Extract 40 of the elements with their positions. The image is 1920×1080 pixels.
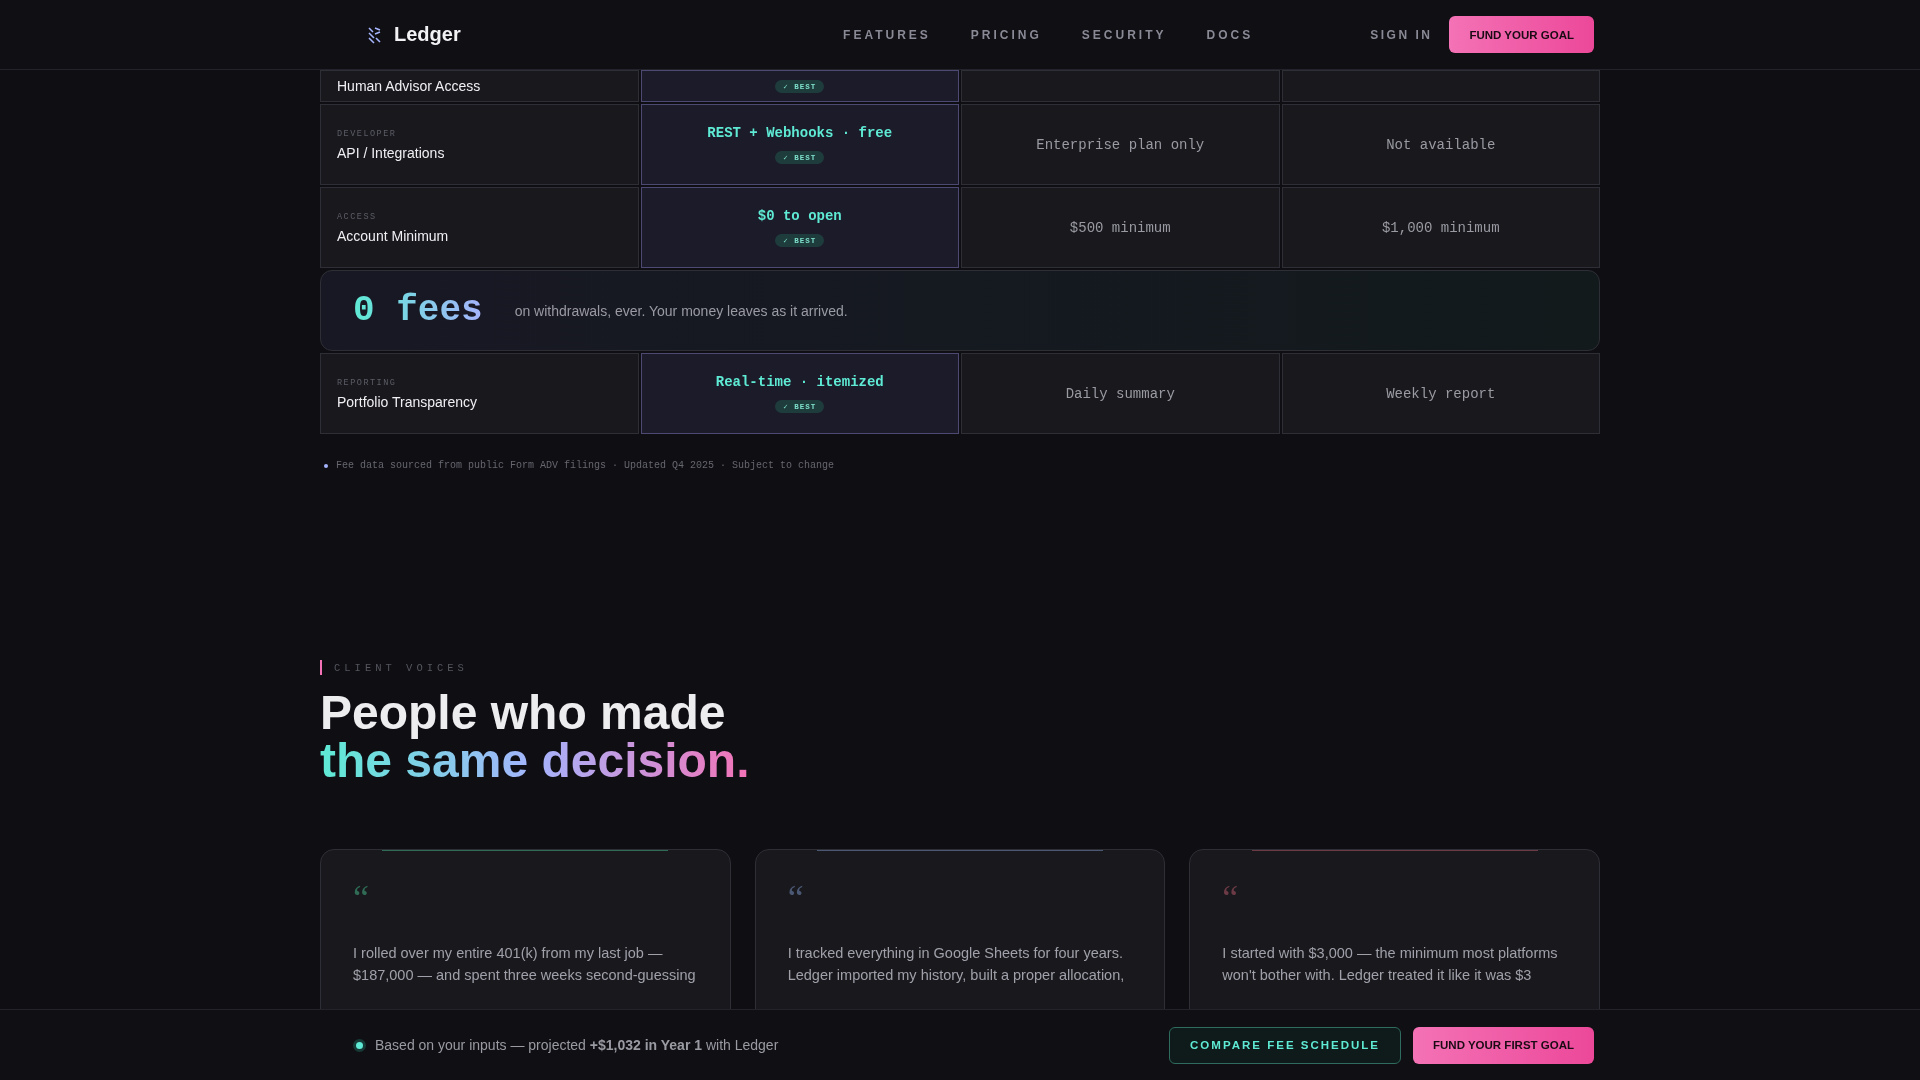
compare-fee-schedule-button[interactable]: COMPARE FEE SCHEDULE <box>1169 1026 1401 1064</box>
quote-mark: “ <box>1222 880 1239 916</box>
testimonial-text: I tracked everything in Google Sheets for four years. Ledger imported my history, built a proper allocation, <box>787 944 1126 985</box>
status-dot-icon <box>356 1041 363 1049</box>
feature-name: Account Minimum <box>337 227 450 244</box>
feature-name: API / Integrations <box>337 144 446 161</box>
quote-mark: “ <box>353 880 369 916</box>
section-heading: People who made <box>320 689 726 737</box>
projection-text: Based on your inputs — projected +$1,032 in Year 1 with Ledger <box>375 1037 780 1053</box>
feature-category: ACCESS <box>337 211 378 222</box>
nav-link[interactable]: PRICING <box>970 27 1042 42</box>
feature-name: Portfolio Transparency <box>337 393 479 410</box>
nav-link[interactable]: SECURITY <box>1081 27 1167 42</box>
brand-name[interactable]: Ledger <box>394 23 461 46</box>
testimonial-text: I started with $3,000 — the minimum most platforms won't bother with. Ledger treated it like it was $3 <box>1222 944 1559 985</box>
fund-first-goal-button[interactable]: FUND YOUR FIRST GOAL <box>1413 1026 1594 1064</box>
accent-bar <box>320 660 322 675</box>
footnote: Fee data sourced from public Form ADV filings · Updated Q4 2025 · Subject to change <box>336 460 835 471</box>
section-eyebrow: CLIENT VOICES <box>334 661 468 674</box>
feature-category: DEVELOPER <box>337 128 398 139</box>
feature-category: REPORTING <box>337 377 398 388</box>
table-cell: Weekly report <box>1281 353 1600 434</box>
table-cell: Daily summary <box>961 353 1280 434</box>
quote-mark: “ <box>787 880 804 916</box>
testimonial-text: I rolled over my entire 401(k) from my last job — $187,000 — and spent three weeks second-guessing <box>353 944 697 985</box>
table-cell: $1,000 minimum <box>1281 187 1600 268</box>
table-cell: Not available <box>1281 104 1600 185</box>
fees-description: on withdrawals, ever. Your money leaves as it arrived. <box>514 302 848 319</box>
logo-icon <box>366 25 382 44</box>
sign-in-link[interactable]: SIGN IN <box>1370 27 1433 42</box>
highlighted-value: REST + Webhooks · free <box>707 125 893 141</box>
highlighted-value: Real-time · itemized <box>715 374 884 390</box>
bullet-icon <box>324 463 328 468</box>
highlighted-value: $0 to open <box>757 208 842 224</box>
feature-name: Human Advisor Access <box>337 78 482 94</box>
table-cell: $500 minimum <box>961 187 1280 268</box>
table-cell: Enterprise plan only <box>961 104 1280 185</box>
nav-link[interactable]: DOCS <box>1206 27 1254 42</box>
fund-goal-button[interactable]: FUND YOUR GOAL <box>1449 16 1594 53</box>
nav-link[interactable]: FEATURES <box>843 27 931 42</box>
